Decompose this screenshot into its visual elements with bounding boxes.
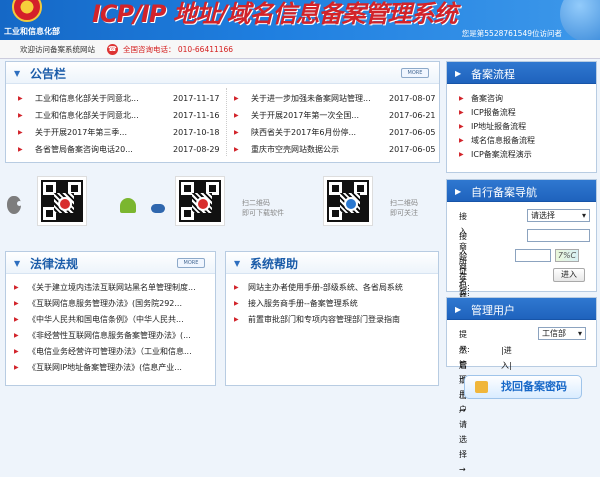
triangle-icon: ▶ [455,187,462,196]
help-panel: ▼ 系统帮助 ▶ 网站主办者使用手册-部级系统、各省局系统 ▶ 接入服务商手册--备… [225,251,439,386]
download-caption: 扫二维码 即可下载软件 [242,199,284,217]
welcome-text: 欢迎访问备案系统网站 [20,45,95,54]
ios-qr-code [37,176,87,226]
help-header: ▼ 系统帮助 [226,252,438,274]
triangle-icon: ▶ [455,305,462,314]
arrow-icon: ▶ [18,146,23,153]
laws-panel: ▼ 法律法规 MORE ▶ 《关于建立境内违法互联网站黑名单管理制度... ▶ 《互… [5,251,216,386]
announcement-item[interactable]: ▶ 工业和信息化部关于同意北... 2017-11-16 [18,107,228,125]
captcha-input[interactable] [515,249,551,262]
triangle-icon: ▼ [14,69,21,78]
enter-button[interactable]: 进入 [553,268,585,282]
info-bar: 欢迎访问备案系统网站 ☎ 全国咨询电话： 010-66411166 [0,40,600,59]
recover-password-label: 找回备案密码 [501,380,567,393]
app-download-area: 扫二维码 即可下载软件 扫二维码 即可关注 [0,171,440,251]
self-filing-panel: ▶ 自行备案导航 接入商所在省: 请选择 接入商名称: 验证码: 7%C 进入 [446,179,597,301]
column-divider [226,88,227,156]
flow-panel: ▶ 备案流程 ▶ 备案咨询 ▶ ICP报备流程 ▶ IP地址报备流程 ▶ 域名信息报备流… [446,61,597,173]
triangle-icon: ▶ [455,69,462,78]
visit-counter: 您是第5528761549位访问者 [461,29,562,38]
announcement-title: 公告栏 [30,67,67,81]
arrow-icon: ▶ [18,112,23,119]
admin-enter-link[interactable]: |进入| [501,343,512,373]
admin-panel: ▶ 管理用户 提示:管理用户请选择→ 工信部 然后点击→ |进入| [446,297,597,474]
help-title: 系统帮助 [250,257,299,271]
arrow-icon: ▶ [14,364,19,371]
arrow-icon: ▶ [14,348,19,355]
admin-select[interactable]: 工信部 [538,327,586,340]
arrow-icon: ▶ [234,300,239,307]
arrow-icon: ▶ [459,109,464,116]
arrow-icon: ▶ [459,123,464,130]
phone-icon: ☎ [107,44,118,55]
provider-name-input[interactable] [527,229,590,242]
announcement-item[interactable]: ▶ 重庆市空壳网站数据公示 2017-06-05 [234,141,444,159]
admin-header: ▶ 管理用户 [447,298,596,320]
arrow-icon: ▶ [234,284,239,291]
flow-header: ▶ 备案流程 [447,62,596,84]
arrow-icon: ▶ [459,95,464,102]
ministry-name: 工业和信息化部 [4,27,60,36]
announcement-panel: ▼ 公告栏 MORE ▶ 工业和信息化部关于同意北... 2017-11-17 ▶ 工… [5,61,440,163]
arrow-icon: ▶ [234,112,239,119]
cloud-icon[interactable] [151,204,165,213]
lock-icon [475,381,488,393]
announcement-item[interactable]: ▶ 关于开展2017年第一次全国... 2017-06-21 [234,107,444,125]
triangle-icon: ▼ [14,259,21,268]
wechat-qr-code [323,176,373,226]
arrow-icon: ▶ [14,300,19,307]
more-button[interactable]: MORE [401,68,429,78]
arrow-icon: ▶ [14,332,19,339]
arrow-icon: ▶ [14,316,19,323]
flow-title: 备案流程 [471,68,515,81]
arrow-icon: ▶ [459,137,464,144]
triangle-icon: ▼ [234,259,241,268]
arrow-icon: ▶ [234,129,239,136]
phone-number: 全国咨询电话： 010-66411166 [123,45,234,54]
follow-caption: 扫二维码 即可关注 [390,199,418,217]
apple-icon[interactable] [7,196,22,214]
arrow-icon: ▶ [234,316,239,323]
announcement-item[interactable]: ▶ 关于开展2017年第三季... 2017-10-18 [18,124,228,142]
arrow-icon: ▶ [234,95,239,102]
captcha-image[interactable]: 7%C [555,249,579,262]
site-title: ICP/IP 地址/域名信息备案管理系统 [92,0,458,28]
announcement-item[interactable]: ▶ 关于进一步加强未备案网站管理... 2017-08-07 [234,90,444,108]
android-qr-code [175,176,225,226]
android-icon[interactable] [120,198,136,213]
arrow-icon: ▶ [234,146,239,153]
announcement-item[interactable]: ▶ 陕西省关于2017年6月份停... 2017-06-05 [234,124,444,142]
laws-title: 法律法规 [30,257,79,271]
self-filing-title: 自行备案导航 [471,186,537,199]
globe-decoration [560,0,600,40]
arrow-icon: ▶ [14,284,19,291]
laws-header: ▼ 法律法规 MORE [6,252,215,274]
self-filing-header: ▶ 自行备案导航 [447,180,596,202]
announcement-item[interactable]: ▶ 工业和信息化部关于同意北... 2017-11-17 [18,90,228,108]
announcement-item[interactable]: ▶ 各省管局备案咨询电话20... 2017-08-29 [18,141,228,159]
laws-more-button[interactable]: MORE [177,258,205,268]
announcement-header: ▼ 公告栏 MORE [6,62,439,84]
arrow-icon: ▶ [18,95,23,102]
recover-password-button[interactable]: 找回备案密码 [464,375,582,399]
national-emblem-icon [12,0,42,22]
admin-title: 管理用户 [471,304,515,317]
arrow-icon: ▶ [459,151,464,158]
arrow-icon: ▶ [18,129,23,136]
site-banner: 工业和信息化部 ICP/IP 地址/域名信息备案管理系统 您是第55287615… [0,0,600,40]
province-select[interactable]: 请选择 [527,209,590,222]
